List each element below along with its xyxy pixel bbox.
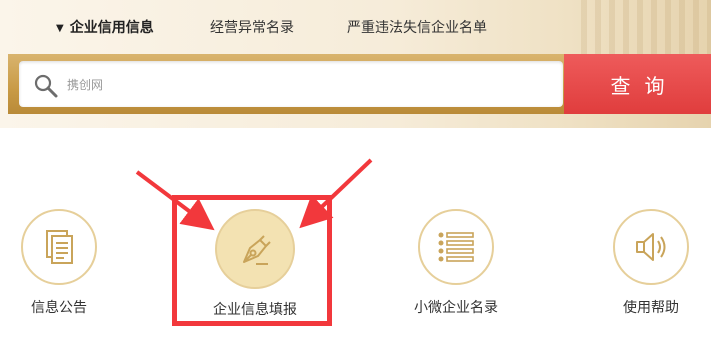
service-label: 信息公告	[31, 300, 87, 316]
service-label: 使用帮助	[623, 300, 679, 316]
service-label: 小微企业名录	[414, 300, 498, 316]
tab-serious-violation-list[interactable]: 严重违法失信企业名单	[347, 17, 487, 37]
highlight-box	[172, 195, 332, 326]
speaker-icon	[636, 233, 666, 261]
search-bar: 查询	[8, 54, 711, 114]
tab-label: 企业信用信息	[69, 20, 154, 36]
triangle-down-icon: ▼	[56, 23, 64, 34]
tab-bar: ▼ 企业信用信息 经营异常名录 严重违法失信企业名单	[0, 0, 711, 54]
service-icon-circle	[613, 209, 689, 285]
service-info-announcement[interactable]: 信息公告	[12, 209, 106, 317]
service-icon-circle	[418, 209, 494, 285]
tab-abnormal-operations-list[interactable]: 经营异常名录	[210, 17, 294, 37]
search-icon	[34, 74, 58, 98]
tab-label: 经营异常名录	[210, 20, 294, 36]
list-icon	[438, 232, 474, 262]
service-small-micro-enterprise-list[interactable]: 小微企业名录	[404, 209, 508, 317]
tab-label: 严重违法失信企业名单	[347, 20, 487, 36]
service-help[interactable]: 使用帮助	[606, 209, 696, 317]
tab-enterprise-credit-info[interactable]: ▼ 企业信用信息	[56, 17, 154, 37]
document-icon	[46, 230, 73, 264]
search-field[interactable]	[19, 61, 563, 109]
search-input[interactable]	[65, 61, 549, 109]
service-icon-circle	[21, 209, 97, 285]
search-button[interactable]: 查询	[564, 54, 711, 114]
